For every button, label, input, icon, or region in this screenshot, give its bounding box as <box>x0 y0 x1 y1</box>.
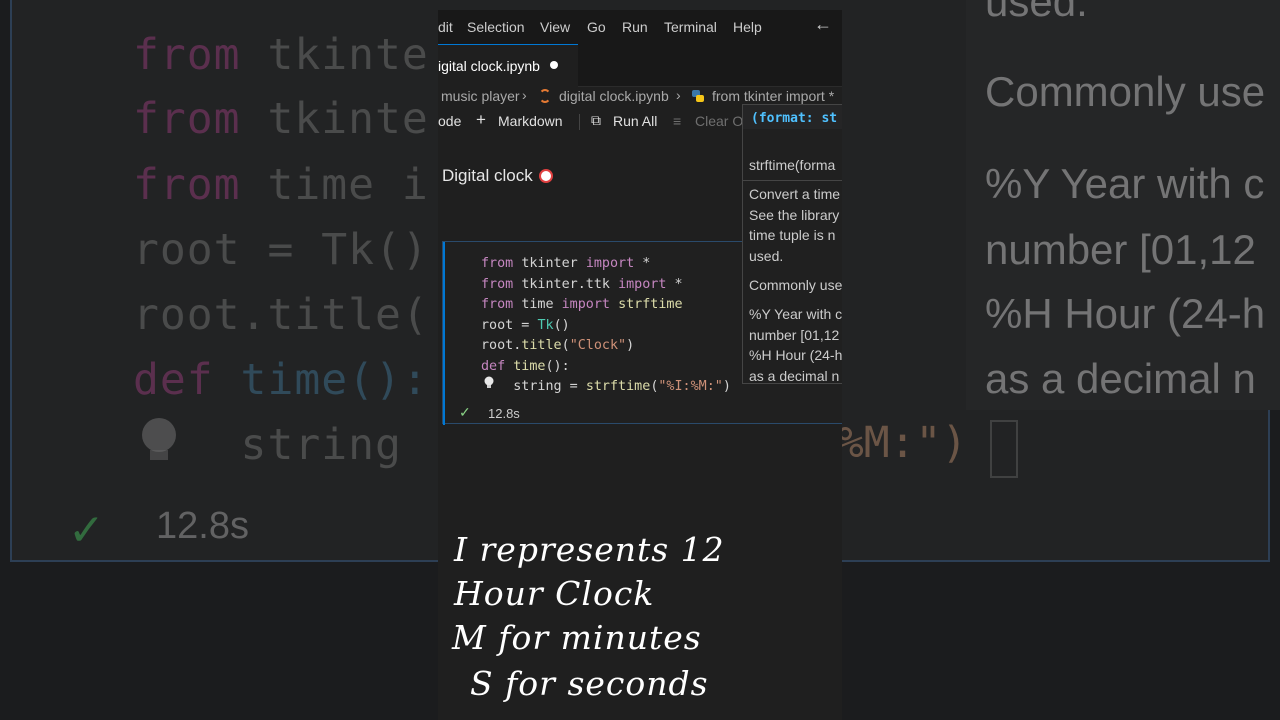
chevron-right-icon: › <box>676 87 681 103</box>
bg-code-line: root = Tk() <box>133 225 429 275</box>
bg-code-line: from time i <box>133 160 429 210</box>
menu-bar: dit Selection View Go Run Terminal Help … <box>438 10 842 44</box>
bg-hover-line: %H Hour (24-h <box>985 290 1266 337</box>
hover-text-line: %Y Year with c <box>749 306 842 322</box>
code-line-2: from tkinter.ttk import * <box>481 276 683 292</box>
bg-hover-line: Commonly use <box>985 68 1266 115</box>
bg-hover-line: number [01,12 <box>985 226 1256 273</box>
code-line-7: string = strftime("%I:%M:") <box>513 379 731 394</box>
caption-line: M for minutes <box>452 618 702 657</box>
bg-bracket-highlight <box>990 420 1018 478</box>
menu-terminal[interactable]: Terminal <box>664 19 717 35</box>
hover-text-line: time tuple is n <box>749 227 836 243</box>
code-line-3: from time import strftime <box>481 297 683 312</box>
tab-label: igital clock.ipynb <box>438 58 540 74</box>
code-editor[interactable]: from tkinter import * from tkinter.ttk im… <box>481 254 731 398</box>
code-line-6: def time(): <box>481 358 570 374</box>
hover-text-line: See the library <box>749 207 840 223</box>
tab-digital-clock[interactable]: igital clock.ipynb <box>438 44 578 87</box>
bg-code-line: root.title( <box>133 290 429 340</box>
execution-time: 12.8s <box>488 406 520 421</box>
editor-window: dit Selection View Go Run Terminal Help … <box>438 10 842 720</box>
hover-text-line: Convert a time <box>749 186 841 202</box>
hover-text-line: number [01,12 <box>749 327 840 343</box>
unsaved-dot-icon[interactable] <box>550 61 558 69</box>
code-line-1: from tkinter import * <box>481 256 651 271</box>
caption-line: S for seconds <box>470 664 709 703</box>
menu-help[interactable]: Help <box>733 19 762 35</box>
hover-text-line: used. <box>749 248 784 264</box>
menu-edit[interactable]: dit <box>438 19 453 35</box>
toolbar-divider <box>579 114 580 130</box>
hover-text-line: as a decimal n <box>749 368 840 384</box>
bg-hover-line: used. <box>985 0 1088 25</box>
code-line-5: root.title("Clock") <box>481 338 635 353</box>
breadcrumb-folder[interactable]: music player <box>441 88 520 104</box>
hover-signature-bar: (format: st <box>743 105 842 129</box>
menu-go[interactable]: Go <box>587 19 606 35</box>
tab-bar: igital clock.ipynb <box>438 44 842 87</box>
bg-hover-line: as a decimal n <box>985 355 1256 402</box>
hover-text-line: Commonly use <box>749 277 842 293</box>
notebook-icon <box>539 89 551 103</box>
bg-lightbulb-base-icon <box>150 450 168 460</box>
bg-code-line: string <box>133 420 429 470</box>
hover-tooltip: (format: st strftime(forma Convert a tim… <box>742 104 842 384</box>
clear-outputs-button[interactable]: Clear O <box>695 113 743 129</box>
bg-lightbulb-icon <box>142 418 176 452</box>
bg-hover-line: %Y Year with c <box>985 160 1265 207</box>
menu-view[interactable]: View <box>540 19 570 35</box>
bg-code-line: def time(): <box>133 355 429 405</box>
breadcrumb-file[interactable]: digital clock.ipynb <box>559 88 669 104</box>
bg-check-icon: ✓ <box>68 505 105 556</box>
clear-outputs-icon: ≡ <box>673 113 682 129</box>
code-line-4: root = Tk() <box>481 317 570 333</box>
python-icon <box>692 90 704 102</box>
markdown-heading-text: Digital clock <box>442 166 533 185</box>
hover-signature: (format: st <box>751 111 838 126</box>
bg-code-line: from tkinte <box>133 94 429 144</box>
bg-code-line: from tkinte <box>133 30 429 80</box>
hover-divider <box>743 180 842 181</box>
chevron-right-icon: › <box>522 87 527 103</box>
lightbulb-icon[interactable] <box>483 376 495 390</box>
menu-selection[interactable]: Selection <box>467 19 525 35</box>
hover-text-line: %H Hour (24-h <box>749 347 842 363</box>
back-arrow-icon[interactable]: ← <box>814 14 832 35</box>
cell-focus-bar <box>443 242 445 425</box>
add-markdown-button[interactable]: Markdown <box>498 113 563 129</box>
add-code-button[interactable]: ode <box>438 113 461 129</box>
caption-line: Hour Clock <box>454 574 655 613</box>
hover-text-line: strftime(forma <box>749 157 836 173</box>
run-all-button[interactable]: Run All <box>613 113 657 129</box>
caption-line: I represents 12 <box>454 530 725 569</box>
alarm-clock-icon <box>538 169 553 183</box>
bg-exec-time: 12.8s <box>156 505 249 547</box>
plus-icon: + <box>476 110 486 129</box>
markdown-heading: Digital clock <box>442 166 553 186</box>
success-check-icon: ✓ <box>459 404 471 420</box>
run-all-icon: ⧉ <box>591 112 601 128</box>
breadcrumb-cell[interactable]: from tkinter import * <box>712 88 834 104</box>
menu-run[interactable]: Run <box>622 19 648 35</box>
